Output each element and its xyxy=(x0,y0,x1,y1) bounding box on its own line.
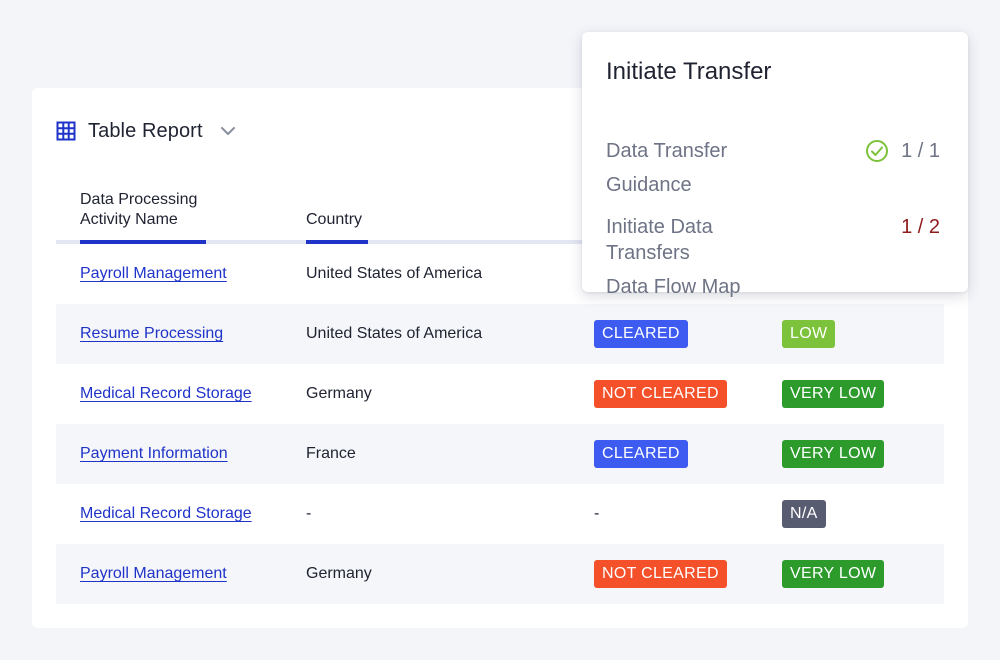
step-guidance[interactable]: Guidance xyxy=(606,172,692,198)
risk-cell: N/A xyxy=(782,484,826,544)
risk-cell: LOW xyxy=(782,304,836,364)
step-data-flow-map[interactable]: Data Flow Map xyxy=(606,274,741,300)
step-data-transfer[interactable]: Data Transfer xyxy=(606,138,727,164)
risk-cell: VERY LOW xyxy=(782,544,885,604)
card-header: Table Report xyxy=(56,116,237,146)
country-cell: Germany xyxy=(306,385,372,402)
country-cell: United States of America xyxy=(306,265,483,282)
activity-name-link[interactable]: Payroll Management xyxy=(80,565,227,583)
activity-name-link[interactable]: Medical Record Storage xyxy=(80,385,252,403)
column-header-name-line2: Activity Name xyxy=(80,211,178,228)
page-title: Table Report xyxy=(88,119,203,142)
column-header-activity-name[interactable]: Data Processing Activity Name xyxy=(56,176,296,244)
status-badge: CLEARED xyxy=(594,440,688,468)
check-circle-icon xyxy=(865,139,889,163)
activity-name-link[interactable]: Payment Information xyxy=(80,445,228,463)
activity-name-cell: Medical Record Storage xyxy=(80,364,252,424)
country-cell: - xyxy=(306,505,312,522)
activity-name-cell: Resume Processing xyxy=(80,304,223,364)
activity-name-link[interactable]: Payroll Management xyxy=(80,265,227,283)
risk-badge: VERY LOW xyxy=(782,380,885,408)
table-row: Medical Record Storage Germany NOT CLEARED… xyxy=(56,364,944,424)
chevron-down-icon[interactable] xyxy=(219,122,237,140)
status-badge: NOT CLEARED xyxy=(594,380,727,408)
risk-badge: LOW xyxy=(782,320,836,348)
risk-badge: N/A xyxy=(782,500,826,528)
status-badge: NOT CLEARED xyxy=(594,560,727,588)
activity-name-link[interactable]: Resume Processing xyxy=(80,325,223,343)
status-text: - xyxy=(594,505,600,522)
activity-name-cell: Payroll Management xyxy=(80,544,227,604)
table-grid-icon xyxy=(56,121,76,141)
column-header-country[interactable]: Country xyxy=(282,176,482,244)
activity-name-cell: Payment Information xyxy=(80,424,228,484)
status-cell: - xyxy=(594,484,599,544)
country-cell: France xyxy=(306,445,356,462)
column-header-country-label: Country xyxy=(306,211,363,228)
status-badge: CLEARED xyxy=(594,320,688,348)
risk-cell: VERY LOW xyxy=(782,364,885,424)
column-header-name-line1: Data Processing xyxy=(80,191,198,208)
status-cell: CLEARED xyxy=(594,304,688,364)
progress-data-transfer: 1 / 1 xyxy=(865,138,940,164)
status-cell: NOT CLEARED xyxy=(594,364,727,424)
country-cell: United States of America xyxy=(306,325,483,342)
risk-badge: VERY LOW xyxy=(782,440,885,468)
popover-title: Initiate Transfer xyxy=(606,58,772,85)
step-initiate-data-transfers[interactable]: Initiate Data Transfers xyxy=(606,214,766,266)
progress-data-transfer-value: 1 / 1 xyxy=(901,140,940,162)
status-cell: NOT CLEARED xyxy=(594,544,727,604)
table-row: Payment Information France CLEARED VERY LOW xyxy=(56,424,944,484)
table-row: Payroll Management Germany NOT CLEARED VERY… xyxy=(56,544,944,604)
progress-initiate: 1 / 2 xyxy=(901,216,940,238)
step-initiate-line2: Transfers xyxy=(606,242,690,264)
table-body: Payroll Management United States of Ameri… xyxy=(56,244,944,604)
risk-badge: VERY LOW xyxy=(782,560,885,588)
activity-name-link[interactable]: Medical Record Storage xyxy=(80,505,252,523)
status-cell: CLEARED xyxy=(594,424,688,484)
country-cell: Germany xyxy=(306,565,372,582)
activity-name-cell: Payroll Management xyxy=(80,244,227,304)
table-row: Medical Record Storage - - N/A xyxy=(56,484,944,544)
activity-name-cell: Medical Record Storage xyxy=(80,484,252,544)
step-initiate-line1: Initiate Data xyxy=(606,216,713,238)
risk-cell: VERY LOW xyxy=(782,424,885,484)
table-row: Resume Processing United States of Americ… xyxy=(56,304,944,364)
initiate-transfer-popover: Initiate Transfer Data Transfer 1 / 1 Gu… xyxy=(582,32,968,298)
